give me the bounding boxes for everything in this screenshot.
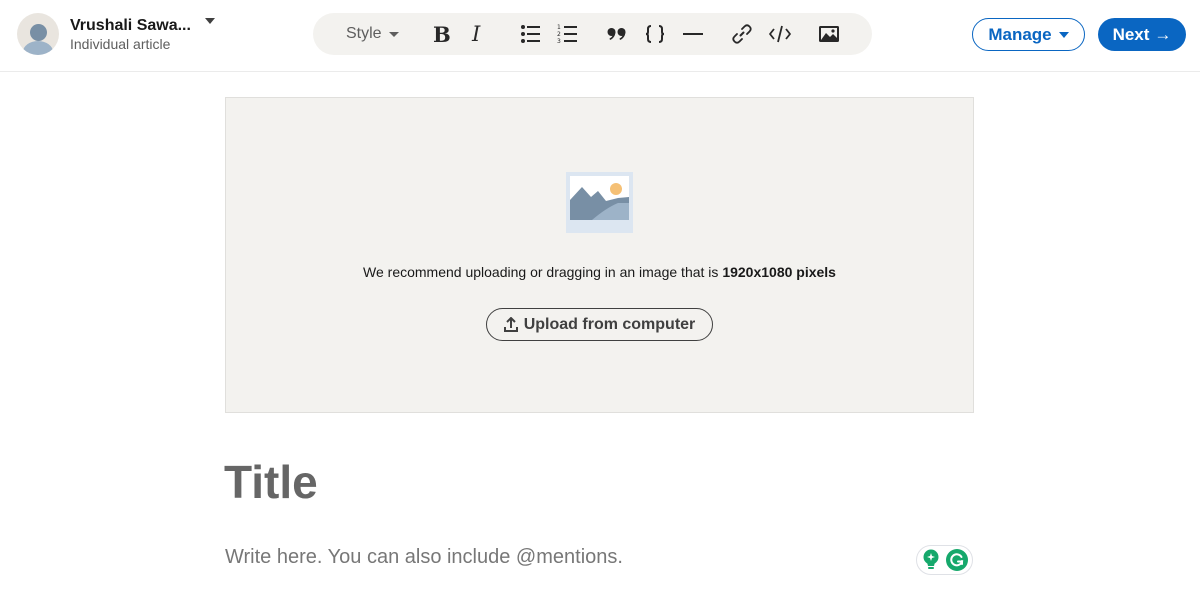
caret-down-icon [388,31,399,37]
manage-button[interactable]: Manage [972,18,1085,51]
embed-code-button[interactable] [768,13,792,55]
manage-label: Manage [988,24,1052,44]
style-dropdown[interactable]: Style [346,13,399,55]
bulleted-list-icon [521,25,540,43]
bulleted-list-button[interactable] [520,13,542,55]
code-block-button[interactable] [644,13,666,55]
svg-text:2: 2 [557,31,561,38]
quote-button[interactable] [606,13,628,55]
cover-recommendation: We recommend uploading or dragging in an… [226,264,973,280]
grammarly-logo-icon[interactable] [946,549,968,571]
caret-down-icon [1058,31,1069,38]
numbered-list-button[interactable]: 1 2 3 [557,13,579,55]
bold-icon: B [433,21,451,47]
recommend-text: We recommend uploading or dragging in an… [363,264,723,280]
quote-icon [607,28,626,40]
grammarly-widget[interactable] [916,545,973,575]
grammarly-g-icon [950,553,964,567]
insert-image-button[interactable] [818,13,840,55]
author-name-row: Vrushali Sawa... [70,16,215,35]
svg-text:3: 3 [557,38,561,45]
horizontal-rule-icon [683,33,703,35]
body-input[interactable]: Write here. You can also include @mentio… [225,546,623,569]
avatar-head [30,24,47,41]
cover-image-dropzone[interactable]: We recommend uploading or dragging in an… [225,97,974,413]
italic-icon: I [472,22,481,46]
image-placeholder-icon [566,172,633,233]
recommend-size: 1920x1080 pixels [722,264,836,280]
image-icon [819,26,839,42]
arrow-right-icon: → [1154,24,1172,44]
avatar [17,13,59,55]
bold-button[interactable]: B [433,13,451,55]
lightbulb-icon[interactable] [921,549,941,571]
link-icon [732,24,752,44]
upload-label: Upload from computer [523,315,696,333]
italic-button[interactable]: I [472,13,480,55]
upload-from-computer-button[interactable]: Upload from computer [486,308,713,341]
style-label: Style [346,25,382,42]
numbered-list-icon: 1 2 3 [557,24,577,45]
editor-header: Vrushali Sawa... Individual article Styl… [0,0,1200,72]
upload-icon [503,316,518,332]
next-label: Next [1112,24,1150,44]
svg-text:1: 1 [557,24,561,31]
author-text: Vrushali Sawa... Individual article [70,16,215,53]
title-input[interactable]: Title [224,455,318,509]
curly-braces-icon [645,25,665,43]
next-button[interactable]: Next → [1098,18,1186,51]
author-selector[interactable]: Vrushali Sawa... Individual article [17,13,215,55]
divider-button[interactable] [682,13,704,55]
caret-down-icon[interactable] [204,18,215,25]
author-name: Vrushali Sawa... [70,16,191,34]
code-icon [769,25,791,43]
formatting-toolbar: Style B I 1 2 3 [313,13,872,55]
link-button[interactable] [731,13,753,55]
avatar-body [23,41,53,55]
author-subtitle: Individual article [70,35,171,52]
